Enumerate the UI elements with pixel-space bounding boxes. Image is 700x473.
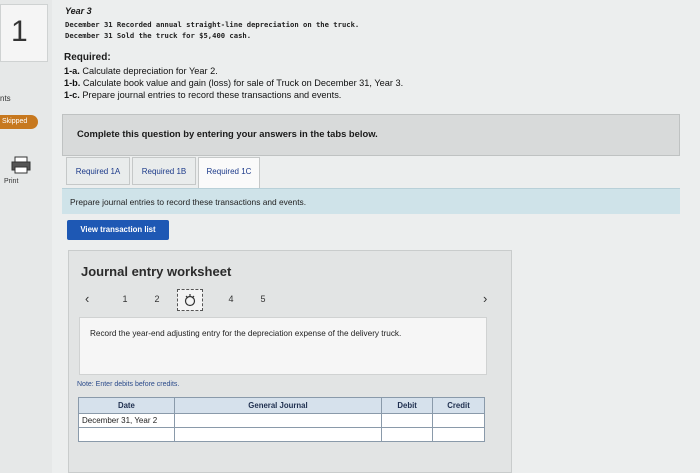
- column-header-credit: Credit: [432, 397, 485, 414]
- page-link-1[interactable]: 1: [115, 286, 135, 312]
- credit-input[interactable]: [432, 427, 485, 442]
- table-row: December 31, Year 2: [78, 413, 485, 428]
- current-page-icon: [184, 294, 196, 307]
- note-text: Note: Enter debits before credits.: [77, 381, 180, 388]
- page-link-4[interactable]: 4: [221, 286, 241, 312]
- tab-required-1a[interactable]: Required 1A: [66, 157, 130, 185]
- debit-input[interactable]: [381, 427, 434, 442]
- tab-content-text: Prepare journal entries to record these …: [70, 197, 307, 207]
- debit-input[interactable]: [381, 413, 434, 428]
- table-row: [78, 427, 485, 442]
- account-input[interactable]: [173, 427, 383, 442]
- question-number-box: 1: [0, 4, 48, 62]
- instruction-text: Complete this question by entering your …: [77, 128, 378, 139]
- date-cell: December 31, Year 2: [78, 413, 175, 428]
- next-page-icon[interactable]: ›: [483, 286, 487, 312]
- page-link-3-current[interactable]: [177, 289, 203, 311]
- previous-page-icon[interactable]: ‹: [85, 286, 89, 312]
- requirement-item: 1-b. Calculate book value and gain (loss…: [64, 78, 403, 88]
- account-input[interactable]: [173, 413, 383, 428]
- status-badge: Skipped: [0, 115, 38, 129]
- requirement-item: 1-c. Prepare journal entries to record t…: [64, 90, 341, 100]
- column-header-general-journal: General Journal: [173, 397, 383, 414]
- credit-input[interactable]: [432, 413, 485, 428]
- page-link-2[interactable]: 2: [147, 286, 167, 312]
- tab-content-bar: Prepare journal entries to record these …: [62, 188, 680, 214]
- date-cell: [78, 427, 175, 442]
- requirement-id: 1-a.: [64, 66, 80, 76]
- requirement-item: 1-a. Calculate depreciation for Year 2.: [64, 66, 218, 76]
- instruction-box: Complete this question by entering your …: [62, 114, 680, 156]
- tab-required-1b[interactable]: Required 1B: [132, 157, 196, 185]
- page-link-5[interactable]: 5: [253, 286, 273, 312]
- entry-description: Record the year-end adjusting entry for …: [90, 329, 402, 338]
- print-label[interactable]: Print: [4, 178, 18, 185]
- problem-line: December 31 Recorded annual straight-lin…: [65, 20, 360, 29]
- question-number: 1: [11, 15, 28, 48]
- journal-entry-worksheet: Journal entry worksheet ‹ 1 2 4 5 › Reco…: [68, 250, 512, 473]
- left-rail: 1 nts Skipped Print: [0, 0, 52, 473]
- column-header-date: Date: [78, 397, 175, 414]
- requirement-id: 1-c.: [64, 90, 80, 100]
- journal-table: Date General Journal Debit Credit Decemb…: [78, 397, 485, 442]
- year-title: Year 3: [65, 6, 92, 16]
- view-transaction-list-button[interactable]: View transaction list: [67, 220, 169, 240]
- requirement-text: Prepare journal entries to record these …: [82, 90, 342, 100]
- worksheet-title: Journal entry worksheet: [81, 264, 232, 279]
- entry-description-box: Record the year-end adjusting entry for …: [79, 317, 487, 375]
- problem-line: December 31 Sold the truck for $5,400 ca…: [65, 31, 252, 40]
- tab-required-1c[interactable]: Required 1C: [198, 157, 260, 189]
- requirement-id: 1-b.: [64, 78, 81, 88]
- points-label: nts: [0, 94, 11, 103]
- requirement-text: Calculate book value and gain (loss) for…: [82, 78, 404, 88]
- requirement-text: Calculate depreciation for Year 2.: [82, 66, 218, 76]
- print-icon[interactable]: [10, 156, 32, 174]
- required-heading: Required:: [64, 52, 111, 63]
- column-header-debit: Debit: [381, 397, 434, 414]
